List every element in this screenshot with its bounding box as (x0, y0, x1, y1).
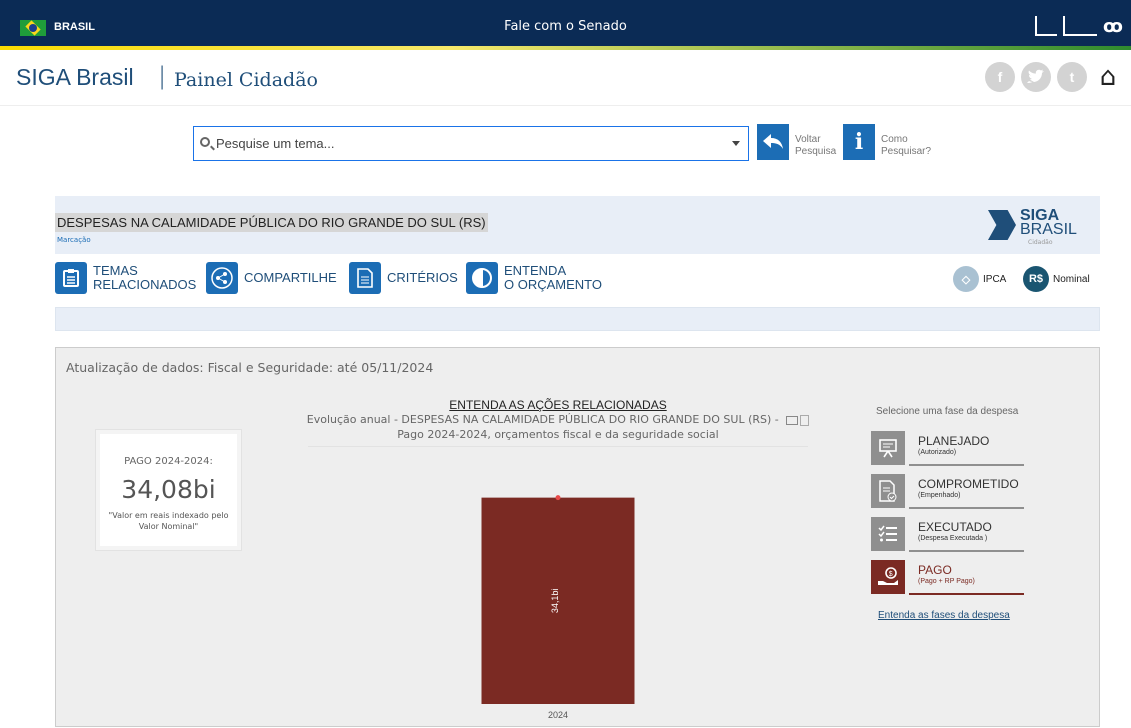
social-links: f t ⌂ (985, 62, 1123, 92)
contact-senate-link[interactable]: Fale com o Senado (0, 19, 1131, 34)
svg-text:$: $ (889, 571, 893, 578)
hand-coin-icon: $ (871, 560, 905, 594)
paid-summary-card: PAGO 2024-2024: 34,08bi "Valor em reais … (96, 430, 241, 550)
phase-comprometido[interactable]: COMPROMETIDO (Empenhado) (868, 474, 1028, 510)
senate-logo-icon[interactable]: ꝏ (1103, 16, 1123, 37)
siga-logo-icon (988, 210, 1016, 240)
search-input[interactable] (216, 127, 716, 160)
share-button[interactable]: COMPARTILHE (206, 262, 337, 294)
phase-planejado[interactable]: PLANEJADO (Autorizado) (868, 431, 1028, 467)
layout-wide-icon[interactable] (1063, 16, 1097, 36)
related-topics-button[interactable]: TEMAS RELACIONADOS (55, 262, 196, 294)
search-select[interactable] (193, 126, 749, 161)
pie-chart-icon (466, 262, 498, 294)
print-icon[interactable] (786, 415, 799, 425)
topic-tag[interactable]: Marcação (57, 236, 91, 244)
paid-summary-value: 34,08bi (121, 475, 216, 504)
nominal-label: Nominal (1053, 273, 1090, 285)
twitter-icon[interactable] (1021, 62, 1051, 92)
nominal-badge: R$ (1023, 266, 1049, 292)
tumblr-icon[interactable]: t (1057, 62, 1087, 92)
info-strip (55, 307, 1100, 331)
how-to-search-label: Como Pesquisar? (881, 134, 932, 157)
chart-subtitle: Evolução anual - DESPESAS NA CALAMIDADE … (288, 412, 828, 427)
bar-marker-2024 (555, 495, 561, 501)
brand-separator: | (158, 62, 167, 90)
flag-stripe (0, 46, 1131, 50)
annual-chart: 34,1bi 2024 (481, 495, 635, 720)
facebook-icon[interactable]: f (985, 62, 1015, 92)
criteria-label: CRITÉRIOS (387, 270, 458, 285)
chart-subtitle-2: Pago 2024-2024, orçamentos fiscal e da s… (397, 428, 719, 441)
related-topics-label: TEMAS RELACIONADOS (93, 263, 197, 292)
siga-brasil-logo: SIGA BRASIL Cidadão (988, 208, 1078, 248)
phase-executado[interactable]: EXECUTADO (Despesa Executada ) (868, 517, 1028, 553)
presentation-icon (871, 431, 905, 465)
accessibility-tools: ꝏ (1035, 16, 1123, 37)
home-icon[interactable]: ⌂ (1093, 62, 1123, 92)
back-search-label: Voltar Pesquisa (795, 134, 837, 157)
brand-title[interactable]: SIGA Brasil (16, 64, 134, 91)
phases-help-link[interactable]: Entenda as fases da despesa (878, 610, 1028, 621)
understand-budget-label: ENTENDA O ORÇAMENTO (504, 263, 602, 292)
gov-bar: BRASIL Fale com o Senado ꝏ (0, 0, 1131, 50)
search-icon (200, 137, 210, 147)
clipboard-icon (55, 262, 87, 294)
back-arrow-icon (757, 124, 789, 160)
checklist-icon (871, 517, 905, 551)
share-label: COMPARTILHE (244, 270, 337, 285)
divider (308, 446, 808, 447)
how-to-search-button[interactable]: i Como Pesquisar? (843, 124, 931, 160)
export-icon[interactable] (800, 414, 810, 426)
ipca-label: IPCA (983, 273, 1007, 285)
tag-icon: ◇ (953, 266, 979, 292)
related-actions-link[interactable]: ENTENDA AS AÇÕES RELACIONADAS (288, 398, 828, 412)
topic-band: DESPESAS NA CALAMIDADE PÚBLICA DO RIO GR… (55, 196, 1100, 254)
phase-heading: Selecione uma fase da despesa (876, 406, 1019, 417)
chart-header: ENTENDA AS AÇÕES RELACIONADAS Evolução a… (288, 398, 828, 447)
phase-pago[interactable]: $ PAGO (Pago + RP Pago) (868, 560, 1028, 596)
layout-narrow-icon[interactable] (1035, 16, 1057, 36)
main-panel: Atualização de dados: Fiscal e Seguridad… (55, 347, 1100, 727)
bar-data-label: 34,1bi (550, 589, 560, 614)
topic-title: DESPESAS NA CALAMIDADE PÚBLICA DO RIO GR… (55, 213, 488, 232)
criteria-button[interactable]: CRITÉRIOS (349, 262, 458, 294)
nominal-toggle[interactable]: R$ Nominal (1023, 266, 1090, 292)
action-bar: TEMAS RELACIONADOS COMPARTILHE CRITÉRIOS… (55, 262, 1100, 298)
brand-subtitle: Painel Cidadão (174, 69, 318, 91)
document-check-icon (871, 474, 905, 508)
back-search-button[interactable]: Voltar Pesquisa (757, 124, 836, 160)
update-info: Atualização de dados: Fiscal e Seguridad… (66, 360, 434, 375)
site-header: SIGA Brasil | Painel Cidadão f t ⌂ (0, 54, 1131, 106)
paid-summary-note: "Valor em reais indexado pelo Valor Nomi… (108, 511, 229, 531)
document-icon (349, 262, 381, 294)
ipca-toggle[interactable]: ◇ IPCA (953, 266, 1006, 292)
expense-phase-selector: Selecione uma fase da despesa PLANEJADO … (868, 406, 1028, 621)
chevron-down-icon[interactable] (732, 141, 740, 146)
understand-budget-button[interactable]: ENTENDA O ORÇAMENTO (466, 262, 602, 294)
paid-summary-label: PAGO 2024-2024: (124, 456, 213, 467)
info-icon: i (843, 124, 875, 160)
x-tick-label: 2024 (548, 710, 568, 720)
share-icon (206, 262, 238, 294)
